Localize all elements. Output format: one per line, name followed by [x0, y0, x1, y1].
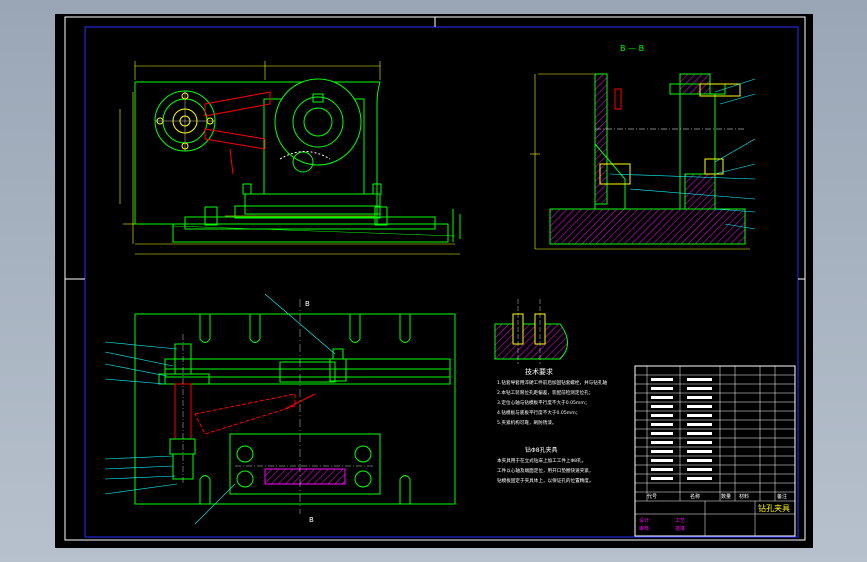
row-process: 工艺 — [675, 518, 685, 524]
row-approve: 批准 — [675, 525, 685, 532]
note-line-1: 1.钻套导套用淬硬工件前后加固钻套螺栓，并与钻孔轴 — [497, 379, 607, 386]
top-view — [119, 61, 461, 255]
header-name: 名称 — [690, 493, 700, 500]
note-line-5: 5.夹紧机构可靠，刷防锈漆。 — [497, 419, 557, 426]
header-material: 材料 — [739, 493, 749, 500]
fixture-desc-1: 本夹具用于在立式钻床上加工工件上Φ8孔， — [497, 457, 586, 464]
detail-view — [494, 299, 568, 364]
notes-title: 技术要求 — [525, 367, 553, 376]
plan-view: B B — [104, 293, 456, 525]
fixture-heading: 钻Φ8孔夹具 — [525, 446, 558, 454]
note-line-2: 2.本钻工装限位孔距偏差，装配前检测定位孔； — [497, 389, 593, 396]
title-block: 代号 名称 数量 材料 备注 钻孔夹具 设计 审核 工艺 批准 — [634, 365, 796, 537]
fixture-desc-2: 工件以心轴及端面定位，用开口垫圈快速夹紧， — [497, 467, 593, 474]
section-label-B-B: B — B — [620, 44, 644, 53]
side-section-view: B — B — [530, 44, 756, 250]
cad-viewport[interactable]: B — B B B 技术要求 1.钻套导套用淬硬工件前后加固钻套螺栓，并与钻孔轴… — [55, 14, 813, 548]
section-marker-bottom: B — [309, 516, 314, 524]
fixture-desc-3: 钻模板固定于夹具体上，以保证孔的位置精度。 — [497, 477, 593, 484]
note-line-3: 3.定位心轴与钻模板平行度不大于0.05mm； — [497, 399, 589, 406]
header-remark: 备注 — [777, 493, 787, 500]
drawing-name: 钻孔夹具 — [758, 503, 790, 513]
row-design: 设计 — [639, 517, 649, 524]
note-line-4: 4.钻模板与底板平行度不大于0.05mm； — [497, 409, 580, 416]
technical-notes: 技术要求 1.钻套导套用淬硬工件前后加固钻套螺栓，并与钻孔轴 2.本钻工装限位孔… — [497, 367, 607, 484]
section-marker-top: B — [305, 300, 310, 308]
header-qty: 数量 — [721, 493, 731, 500]
header-code: 代号 — [647, 493, 657, 500]
row-review: 审核 — [639, 525, 649, 532]
cad-drawing-canvas[interactable]: B — B B B 技术要求 1.钻套导套用淬硬工件前后加固钻套螺栓，并与钻孔轴… — [55, 14, 813, 548]
